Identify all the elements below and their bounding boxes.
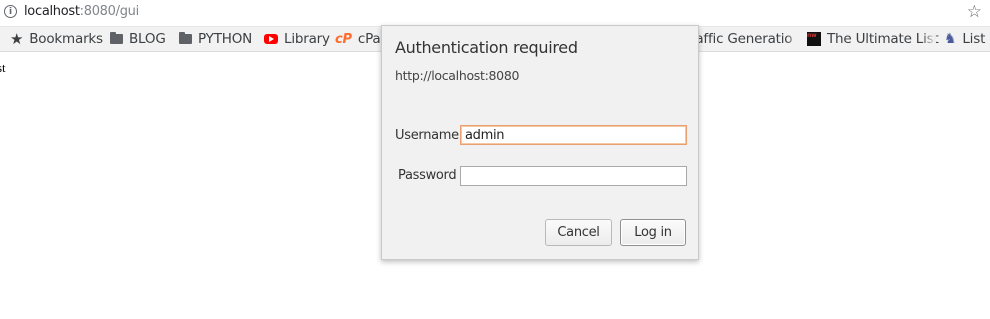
folder-icon <box>179 32 192 44</box>
bookmark-label: List <box>962 31 986 47</box>
bookmark-traffic-generation[interactable]: raffic Generatio <box>690 27 793 51</box>
username-label: Username <box>395 128 459 143</box>
bookmark-star-icon[interactable]: ☆ <box>967 2 982 22</box>
page-text: st <box>0 60 6 75</box>
password-field[interactable] <box>460 166 687 186</box>
dialog-origin: http://localhost:8080 <box>395 68 520 83</box>
bookmark-label: Bookmarks <box>29 31 103 47</box>
password-label: Password <box>398 168 457 183</box>
url-text[interactable]: localhost:8080/gui <box>24 4 139 19</box>
cpanel-icon: cP <box>335 31 352 47</box>
youtube-icon <box>264 34 278 44</box>
list-favicon-icon: ♞ <box>944 31 957 47</box>
username-field[interactable] <box>460 125 687 145</box>
url-rest: :8080/gui <box>79 4 140 19</box>
cancel-button[interactable]: Cancel <box>545 219 612 246</box>
bookmark-fade <box>786 27 800 51</box>
login-button[interactable]: Log in <box>620 219 686 246</box>
bookmark-label: BLOG <box>129 31 166 47</box>
auth-dialog: Authentication required http://localhost… <box>381 25 699 260</box>
folder-icon <box>110 32 123 44</box>
address-bar[interactable]: i localhost:8080/gui ☆ <box>0 0 990 27</box>
bookmark-fade <box>922 27 936 51</box>
info-icon[interactable]: i <box>4 5 17 18</box>
bookmark-bookmarks[interactable]: ★ Bookmarks <box>10 27 103 51</box>
star-icon: ★ <box>10 30 24 48</box>
bookmark-python[interactable]: PYTHON <box>179 27 252 51</box>
bookmark-list[interactable]: ♞ List <box>944 27 985 51</box>
bookmark-label: raffic Generatio <box>690 31 793 47</box>
dialog-title: Authentication required <box>395 38 578 57</box>
bookmark-library[interactable]: Library <box>264 27 330 51</box>
url-host: localhost <box>24 4 80 19</box>
site-favicon-icon: nw <box>807 32 821 46</box>
bookmark-cpanel[interactable]: cP cPar <box>335 27 386 51</box>
bookmark-label: Library <box>284 31 330 47</box>
bookmark-label: PYTHON <box>198 31 253 47</box>
bookmark-ultimate-list[interactable]: nw The Ultimate List <box>807 27 939 51</box>
bookmark-blog[interactable]: BLOG <box>110 27 166 51</box>
